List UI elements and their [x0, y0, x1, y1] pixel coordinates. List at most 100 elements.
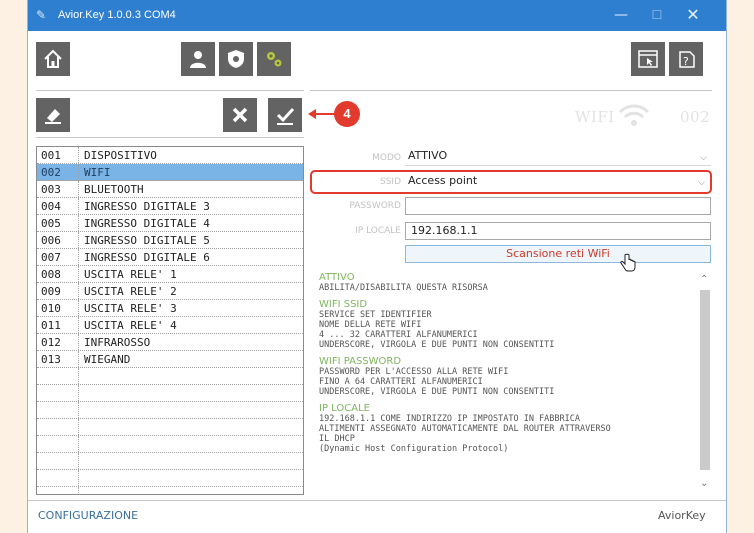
ip-field[interactable]: 192.168.1.1: [405, 222, 711, 240]
scan-wifi-button[interactable]: Scansione reti WiFi: [405, 245, 711, 263]
column-separator: [78, 436, 80, 452]
list-item-number: 007: [41, 251, 61, 264]
column-separator: [78, 215, 80, 231]
security-button[interactable]: [219, 42, 253, 76]
list-item[interactable]: 006 INGRESSO DIGITALE 5: [37, 232, 303, 249]
ssid-label: SSID: [379, 177, 401, 187]
mode-select[interactable]: ATTIVO ⌵: [405, 148, 711, 166]
help-line: PASSWORD PER L'ACCESSO ALLA RETE WIFI: [319, 367, 509, 377]
help-line: (Dynamic Host Configuration Protocol): [319, 444, 509, 454]
list-item-number: 005: [41, 217, 61, 230]
list-item[interactable]: 009 USCITA RELE' 2: [37, 283, 303, 300]
column-separator: [78, 198, 80, 214]
help-button[interactable]: ?: [669, 42, 703, 76]
help-line: UNDERSCORE, VIRGOLA E DUE PUNTI NON CONS…: [319, 387, 555, 397]
users-button[interactable]: [181, 42, 215, 76]
list-item[interactable]: 003 BLUETOOTH: [37, 181, 303, 198]
list-item[interactable]: 002 WIFI: [37, 164, 303, 181]
wifi-icon: [618, 104, 650, 132]
column-separator: [78, 266, 80, 282]
list-item[interactable]: 001 DISPOSITIVO: [37, 147, 303, 164]
list-item[interactable]: [37, 436, 303, 453]
footer-section-label: CONFIGURAZIONE: [38, 509, 139, 522]
column-separator: [78, 402, 80, 418]
column-separator: [78, 232, 80, 248]
list-item[interactable]: [37, 487, 303, 494]
close-window-button[interactable]: ✕: [678, 4, 708, 26]
home-button[interactable]: [36, 42, 70, 76]
help-line: ABILITA/DISABILITA QUESTA RISORSA: [319, 283, 488, 293]
list-item-name: INGRESSO DIGITALE 5: [84, 234, 210, 247]
status-index: 002: [680, 108, 711, 126]
minimize-button[interactable]: —: [606, 4, 636, 26]
column-separator: [78, 487, 80, 494]
list-item[interactable]: [37, 402, 303, 419]
list-item[interactable]: 011 USCITA RELE' 4: [37, 317, 303, 334]
list-item-name: INGRESSO DIGITALE 6: [84, 251, 210, 264]
svg-text:?: ?: [683, 55, 689, 68]
column-separator: [78, 470, 80, 486]
list-item[interactable]: [37, 453, 303, 470]
column-separator: [78, 334, 80, 350]
help-section-title: WIFI PASSWORD: [319, 356, 402, 367]
list-item-number: 004: [41, 200, 61, 213]
window-title: Avior.Key 1.0.0.3 COM4: [58, 9, 176, 21]
list-item[interactable]: 013 WIEGAND: [37, 351, 303, 368]
ssid-value: Access point: [408, 174, 478, 187]
clear-button[interactable]: [36, 98, 70, 132]
list-item-number: 003: [41, 183, 61, 196]
scroll-thumb[interactable]: [700, 290, 710, 470]
check-icon: [276, 107, 295, 125]
divider: [36, 137, 304, 138]
footer-brand: AviorKey: [658, 509, 706, 522]
list-item[interactable]: [37, 385, 303, 402]
shield-icon: [228, 50, 244, 68]
list-item[interactable]: 005 INGRESSO DIGITALE 4: [37, 215, 303, 232]
list-item-name: INGRESSO DIGITALE 3: [84, 200, 210, 213]
scan-wifi-label: Scansione reti WiFi: [506, 247, 610, 260]
list-item-name: WIEGAND: [84, 353, 131, 366]
maximize-button[interactable]: ☐: [642, 4, 672, 26]
window-mode-button[interactable]: [631, 42, 665, 76]
divider: [28, 500, 726, 501]
help-line: 192.168.1.1 COME INDIRIZZO IP IMPOSTATO …: [319, 414, 580, 424]
chevron-down-icon[interactable]: ⌄: [700, 478, 708, 489]
help-scrollbar[interactable]: ⌃ ⌄: [698, 272, 712, 495]
chevron-down-icon: ⌵: [698, 178, 705, 188]
list-item[interactable]: 012 INFRAROSSO: [37, 334, 303, 351]
confirm-button[interactable]: [268, 98, 302, 132]
list-item-number: 006: [41, 234, 61, 247]
list-item-number: 013: [41, 353, 61, 366]
column-separator: [78, 249, 80, 265]
help-line: SERVICE SET IDENTIFIER: [319, 310, 432, 320]
settings-button[interactable]: [257, 42, 291, 76]
list-item-name: USCITA RELE' 3: [84, 302, 177, 315]
list-item[interactable]: 007 INGRESSO DIGITALE 6: [37, 249, 303, 266]
list-item-name: DISPOSITIVO: [84, 149, 157, 162]
column-separator: [78, 181, 80, 197]
list-item[interactable]: [37, 419, 303, 436]
app-window: ✎ Avior.Key 1.0.0.3 COM4 — ☐ ✕ ? 4 WIFI: [27, 0, 727, 533]
list-item[interactable]: [37, 368, 303, 385]
help-icon: ?: [679, 51, 695, 68]
list-item-name: USCITA RELE' 1: [84, 268, 177, 281]
list-item-number: 009: [41, 285, 61, 298]
list-item[interactable]: [37, 470, 303, 487]
list-item[interactable]: 008 USCITA RELE' 1: [37, 266, 303, 283]
resource-list[interactable]: 001 DISPOSITIVO 002 WIFI 003 BLUETOOTH 004 INGR…: [36, 146, 304, 495]
mode-value: ATTIVO: [408, 149, 448, 162]
help-section-title: IP LOCALE: [319, 403, 370, 414]
password-field[interactable]: [405, 197, 711, 215]
list-item-name: INFRAROSSO: [84, 336, 151, 349]
column-separator: [78, 300, 80, 316]
list-item[interactable]: 010 USCITA RELE' 3: [37, 300, 303, 317]
list-item-number: 010: [41, 302, 61, 315]
divider: [36, 90, 304, 91]
list-item-name: BLUETOOTH: [84, 183, 144, 196]
help-line: NOME DELLA RETE WIFI: [319, 320, 422, 330]
ssid-select[interactable]: Access point ⌵: [405, 173, 709, 191]
cancel-button[interactable]: [223, 98, 257, 132]
chevron-up-icon[interactable]: ⌃: [700, 274, 708, 285]
list-item[interactable]: 004 INGRESSO DIGITALE 3: [37, 198, 303, 215]
column-separator: [78, 147, 80, 163]
